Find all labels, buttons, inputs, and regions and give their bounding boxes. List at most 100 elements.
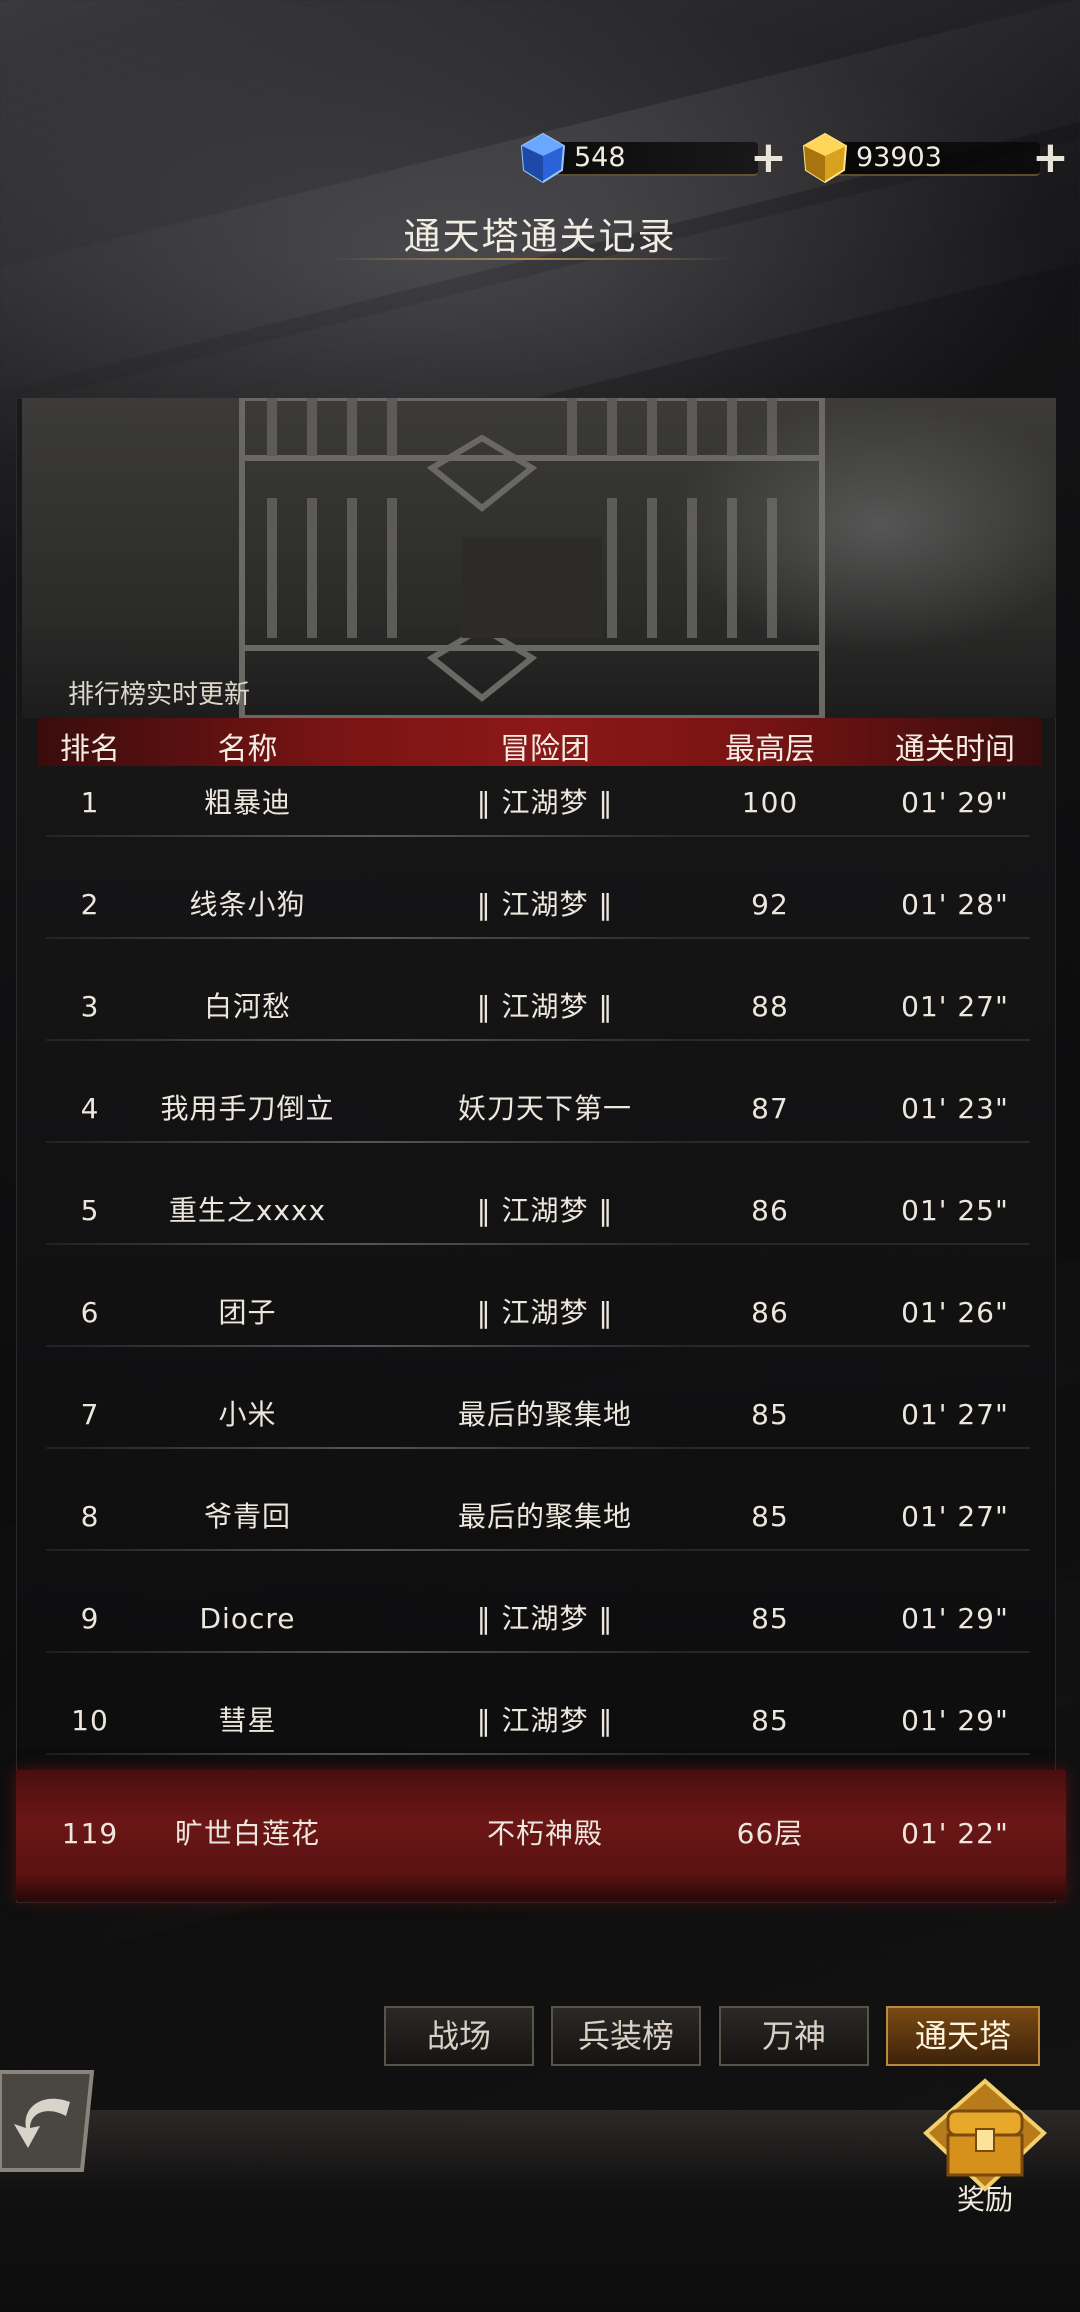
tab-battlefield[interactable]: 战场 (384, 2006, 534, 2066)
row-name: 白河愁 (203, 990, 291, 1023)
table-row[interactable]: 1 粗暴迪 ‖ 江湖梦 ‖ 100 01' 29" (0, 775, 1080, 877)
row-name: Diocre (199, 1602, 296, 1635)
row-team: ‖ 江湖梦 ‖ (476, 1296, 614, 1329)
table-row[interactable]: 7 小米 最后的聚集地 85 01' 27" (0, 1387, 1080, 1489)
header-rank: 排名 (60, 732, 120, 767)
row-divider (46, 1345, 690, 1347)
row-rank: 5 (80, 1194, 100, 1227)
tower-banner-image (22, 398, 1056, 718)
title-divider (330, 258, 730, 260)
row-time: 01' 29" (901, 1704, 1009, 1737)
row-floor: 86 (751, 1194, 789, 1227)
row-divider (46, 1753, 690, 1755)
gem-currency: 548 + (518, 132, 787, 184)
row-team: ‖ 江湖梦 ‖ (476, 786, 614, 819)
my-team: 不朽神殿 (486, 1817, 603, 1850)
row-divider (46, 1651, 690, 1653)
page-title: 通天塔通关记录 (403, 215, 677, 258)
gold-crystal-icon (802, 132, 848, 184)
row-rank: 6 (80, 1296, 100, 1329)
row-floor: 88 (751, 990, 789, 1023)
my-rank: 119 (61, 1817, 119, 1850)
row-name: 小米 (218, 1398, 277, 1431)
add-gems-button[interactable]: + (750, 136, 787, 180)
row-name: 爷青回 (203, 1500, 291, 1533)
row-divider (46, 1141, 690, 1143)
row-time: 01' 25" (901, 1194, 1009, 1227)
header-name: 名称 (217, 732, 278, 767)
header-floor: 最高层 (725, 732, 815, 767)
row-divider (690, 1753, 1030, 1755)
table-row[interactable]: 2 线条小狗 ‖ 江湖梦 ‖ 92 01' 28" (0, 877, 1080, 979)
row-divider (46, 1549, 690, 1551)
row-name: 粗暴迪 (203, 786, 291, 819)
row-divider (46, 937, 690, 939)
row-rank: 8 (80, 1500, 100, 1533)
row-team: ‖ 江湖梦 ‖ (476, 1194, 614, 1227)
gem-count: 548 (574, 142, 626, 173)
row-divider (690, 1345, 1030, 1347)
table-header: 排名 名称 冒险团 最高层 通关时间 (38, 718, 1042, 767)
row-divider (46, 1447, 690, 1449)
row-name: 我用手刀倒立 (160, 1092, 335, 1125)
table-row[interactable]: 5 重生之xxxx ‖ 江湖梦 ‖ 86 01' 25" (0, 1183, 1080, 1285)
row-divider (690, 1549, 1030, 1551)
reward-label[interactable]: 奖励 (920, 2178, 1050, 2218)
row-team: 最后的聚集地 (457, 1500, 632, 1533)
row-divider (690, 937, 1030, 939)
row-floor: 85 (751, 1602, 789, 1635)
row-time: 01' 29" (901, 786, 1009, 819)
table-row[interactable]: 4 我用手刀倒立 妖刀天下第一 87 01' 23" (0, 1081, 1080, 1183)
row-divider (46, 835, 690, 837)
my-time: 01' 22" (901, 1817, 1009, 1850)
table-row[interactable]: 8 爷青回 最后的聚集地 85 01' 27" (0, 1489, 1080, 1591)
table-row[interactable]: 9 Diocre ‖ 江湖梦 ‖ 85 01' 29" (0, 1591, 1080, 1693)
row-team: ‖ 江湖梦 ‖ (476, 888, 614, 921)
my-rank-row: 119 旷世白莲花 不朽神殿 66层 01' 22" (16, 1770, 1066, 1900)
row-name: 彗星 (218, 1704, 277, 1737)
row-rank: 2 (80, 888, 100, 921)
gold-currency: 93903 + (800, 132, 1069, 184)
row-divider (690, 1651, 1030, 1653)
row-time: 01' 27" (901, 1398, 1009, 1431)
row-rank: 9 (80, 1602, 100, 1635)
row-rank: 10 (71, 1704, 109, 1737)
row-floor: 92 (751, 888, 789, 921)
header-team: 冒险团 (500, 732, 590, 767)
row-time: 01' 26" (901, 1296, 1009, 1329)
row-floor: 85 (751, 1704, 789, 1737)
tab-equipment-rank[interactable]: 兵装榜 (551, 2006, 701, 2066)
row-team: ‖ 江湖梦 ‖ (476, 1704, 614, 1737)
row-team: ‖ 江湖梦 ‖ (476, 1602, 614, 1635)
add-gold-button[interactable]: + (1032, 136, 1069, 180)
row-floor: 85 (751, 1398, 789, 1431)
row-floor: 86 (751, 1296, 789, 1329)
row-team: 妖刀天下第一 (457, 1092, 632, 1125)
row-time: 01' 27" (901, 1500, 1009, 1533)
row-time: 01' 23" (901, 1092, 1009, 1125)
table-row[interactable]: 3 白河愁 ‖ 江湖梦 ‖ 88 01' 27" (0, 979, 1080, 1081)
row-rank: 3 (80, 990, 100, 1023)
tab-pantheon[interactable]: 万神 (719, 2006, 869, 2066)
my-name: 旷世白莲花 (174, 1817, 320, 1850)
row-floor: 100 (741, 786, 799, 819)
row-name: 线条小狗 (189, 888, 306, 921)
tab-tower[interactable]: 通天塔 (886, 2006, 1040, 2066)
row-divider (690, 1243, 1030, 1245)
header-time: 通关时间 (895, 732, 1015, 767)
gold-count: 93903 (856, 142, 942, 173)
my-floor: 66层 (736, 1817, 804, 1850)
blue-crystal-icon (520, 132, 566, 184)
row-divider (690, 835, 1030, 837)
bottom-ground (0, 2110, 1080, 2312)
row-rank: 1 (80, 786, 100, 819)
row-time: 01' 27" (901, 990, 1009, 1023)
row-time: 01' 28" (901, 888, 1009, 921)
row-name: 团子 (218, 1296, 277, 1329)
row-divider (46, 1243, 690, 1245)
back-arrow-icon[interactable] (0, 2066, 100, 2176)
table-row[interactable]: 6 团子 ‖ 江湖梦 ‖ 86 01' 26" (0, 1285, 1080, 1387)
row-divider (690, 1141, 1030, 1143)
row-floor: 87 (751, 1092, 789, 1125)
row-name: 重生之xxxx (168, 1194, 327, 1227)
